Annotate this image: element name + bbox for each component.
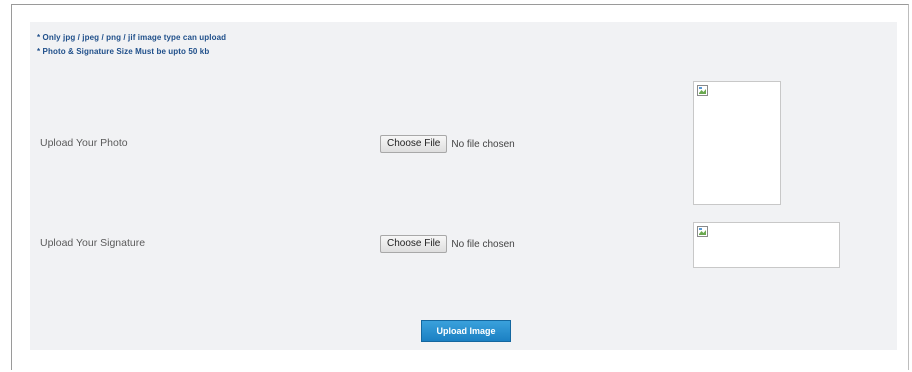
photo-choose-file-button[interactable]: Choose File xyxy=(380,135,448,153)
signature-file-status: No file chosen xyxy=(451,238,515,250)
signature-preview xyxy=(693,222,840,268)
upload-image-button[interactable]: Upload Image xyxy=(421,320,511,342)
signature-label: Upload Your Signature xyxy=(40,237,146,249)
photo-file-status: No file chosen xyxy=(451,138,515,150)
signature-file-input[interactable]: Choose File No file chosen xyxy=(380,235,515,253)
broken-image-icon xyxy=(697,85,708,96)
file-type-note: * Only jpg / jpeg / png / jif image type… xyxy=(37,33,227,42)
signature-choose-file-button[interactable]: Choose File xyxy=(380,235,448,253)
file-size-note: * Photo & Signature Size Must be upto 50… xyxy=(37,47,210,56)
broken-image-icon xyxy=(697,226,708,237)
photo-preview xyxy=(693,81,781,205)
photo-file-input[interactable]: Choose File No file chosen xyxy=(380,135,515,153)
photo-label: Upload Your Photo xyxy=(40,137,128,149)
